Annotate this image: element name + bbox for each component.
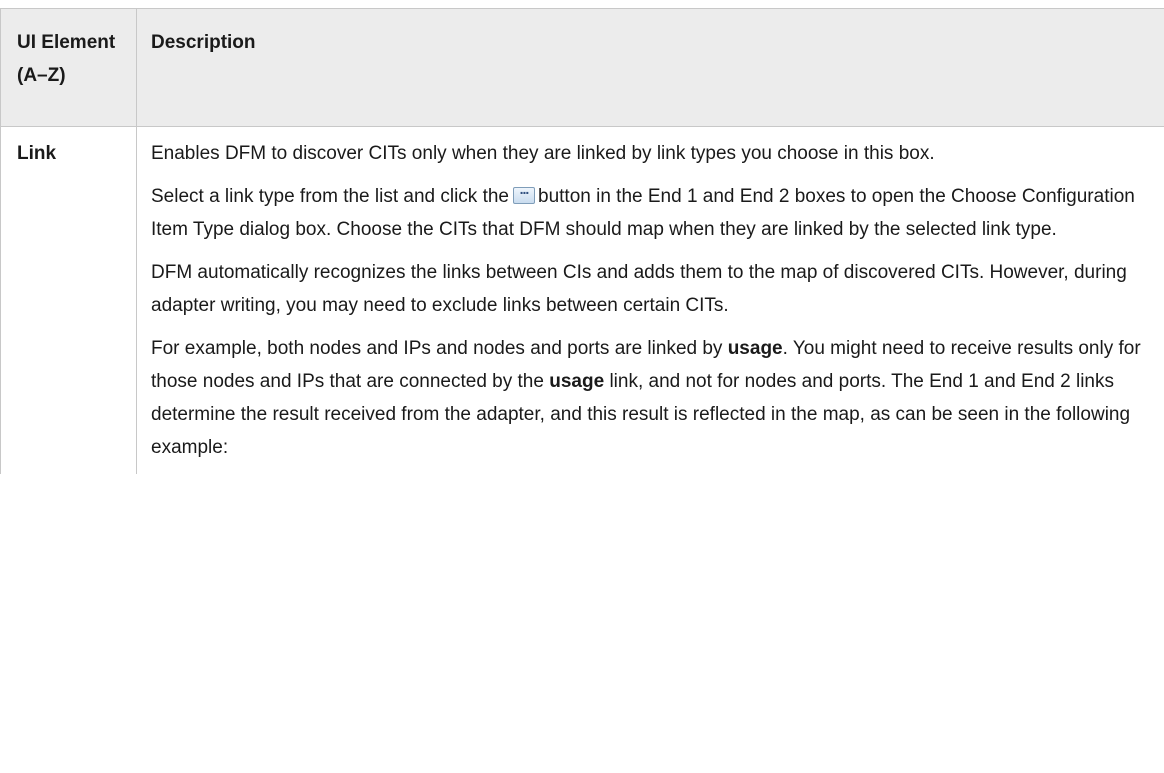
desc-paragraph-1: Enables DFM to discover CITs only when t…: [151, 143, 935, 164]
table-row: Link Enables DFM to discover CITs only w…: [0, 126, 1164, 474]
element-name-link: Link: [0, 126, 137, 474]
keyword-usage-1: usage: [727, 338, 783, 359]
desc-paragraph-3: DFM automatically recognizes the links b…: [151, 262, 1127, 316]
ui-element-table: UI Element (A–Z) Description Link Enable…: [0, 8, 1164, 474]
element-description: Enables DFM to discover CITs only when t…: [136, 126, 1164, 474]
ellipsis-button-icon: ...: [513, 181, 535, 204]
header-description: Description: [136, 8, 1164, 127]
desc-p2-before: Select a link type from the list and cli…: [151, 186, 509, 207]
keyword-usage-2: usage: [549, 371, 605, 392]
header-ui-element: UI Element (A–Z): [0, 8, 137, 127]
desc-paragraph-2: Select a link type from the list and cli…: [151, 180, 1156, 246]
table-header-row: UI Element (A–Z) Description: [0, 8, 1164, 127]
desc-p4-part1: For example, both nodes and IPs and node…: [151, 338, 723, 359]
desc-paragraph-4: For example, both nodes and IPs and node…: [151, 332, 1156, 464]
